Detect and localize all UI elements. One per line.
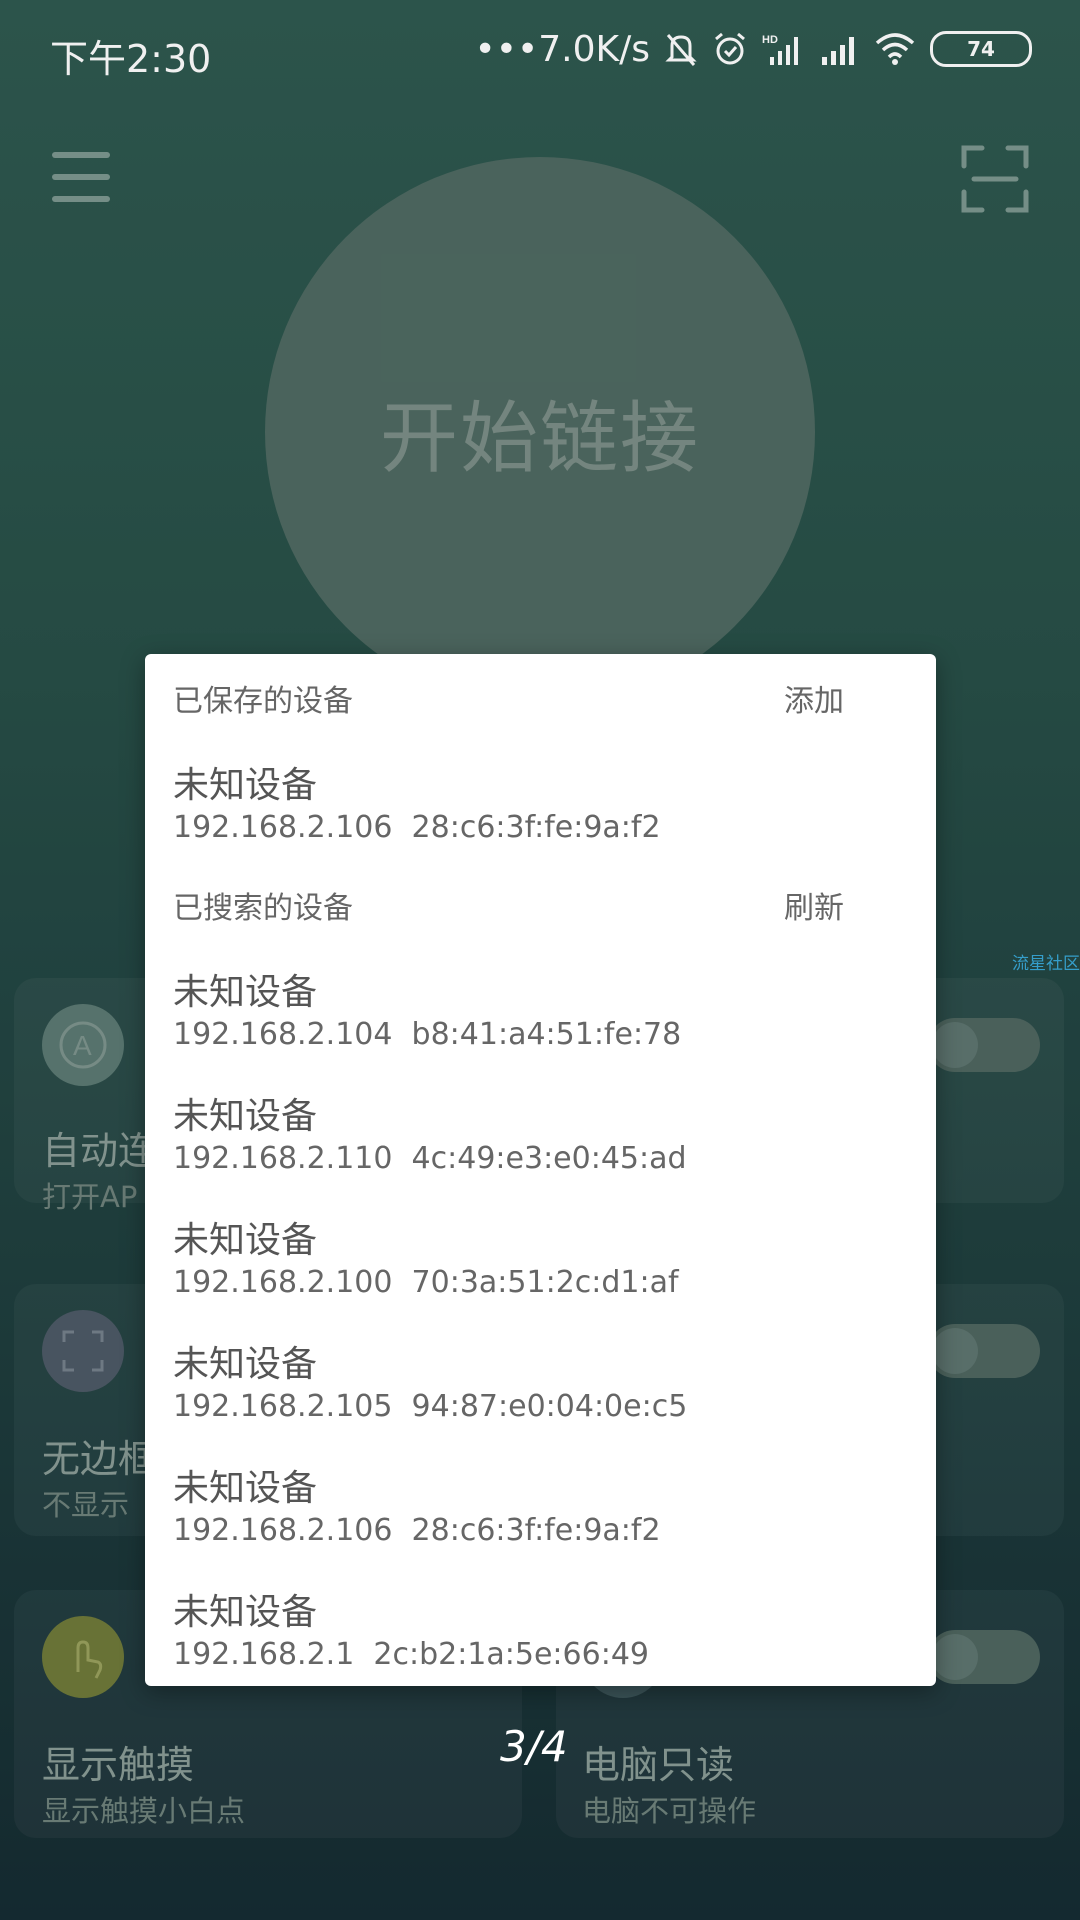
device-name: 未知设备 bbox=[173, 1096, 318, 1137]
saved-device-item[interactable]: 未知设备 192.168.2.106 28:c6:3f:fe:9a:f2 bbox=[173, 756, 908, 866]
searched-device-item[interactable]: 未知设备 192.168.2.110 4c:49:e3:e0:45:ad bbox=[173, 1087, 908, 1197]
device-name: 未知设备 bbox=[173, 1344, 318, 1385]
searched-device-item[interactable]: 未知设备 192.168.2.104 b8:41:a4:51:fe:78 bbox=[173, 963, 908, 1073]
device-info: 192.168.2.110 4c:49:e3:e0:45:ad bbox=[173, 1141, 687, 1176]
add-device-button[interactable]: 添加 bbox=[784, 676, 844, 720]
searched-device-item[interactable]: 未知设备 192.168.2.106 28:c6:3f:fe:9a:f2 bbox=[173, 1459, 908, 1569]
searched-device-item[interactable]: 未知设备 192.168.2.105 94:87:e0:04:0e:c5 bbox=[173, 1335, 908, 1445]
device-info: 192.168.2.104 b8:41:a4:51:fe:78 bbox=[173, 1017, 682, 1052]
searched-devices-title: 已搜索的设备 bbox=[173, 891, 353, 926]
saved-devices-header: 已保存的设备 添加 bbox=[173, 676, 908, 719]
device-name: 未知设备 bbox=[173, 1468, 318, 1509]
device-info: 192.168.2.100 70:3a:51:2c:d1:af bbox=[173, 1265, 679, 1300]
refresh-button[interactable]: 刷新 bbox=[784, 883, 844, 927]
device-info: 192.168.2.105 94:87:e0:04:0e:c5 bbox=[173, 1389, 688, 1424]
saved-devices-title: 已保存的设备 bbox=[173, 684, 353, 719]
searched-devices-header: 已搜索的设备 刷新 bbox=[173, 883, 908, 926]
page-indicator: 3/4 bbox=[500, 1722, 568, 1771]
searched-device-item[interactable]: 未知设备 192.168.2.100 70:3a:51:2c:d1:af bbox=[173, 1211, 908, 1321]
device-name: 未知设备 bbox=[173, 765, 318, 806]
device-name: 未知设备 bbox=[173, 1592, 318, 1633]
device-info: 192.168.2.106 28:c6:3f:fe:9a:f2 bbox=[173, 1513, 661, 1548]
device-info: 192.168.2.106 28:c6:3f:fe:9a:f2 bbox=[173, 810, 661, 845]
searched-device-item[interactable]: 未知设备 192.168.2.1 2c:b2:1a:5e:66:49 bbox=[173, 1583, 908, 1686]
device-name: 未知设备 bbox=[173, 1220, 318, 1261]
device-name: 未知设备 bbox=[173, 972, 318, 1013]
device-info: 192.168.2.1 2c:b2:1a:5e:66:49 bbox=[173, 1637, 649, 1672]
device-dialog: 已保存的设备 添加 未知设备 192.168.2.106 28:c6:3f:fe… bbox=[145, 654, 936, 1686]
